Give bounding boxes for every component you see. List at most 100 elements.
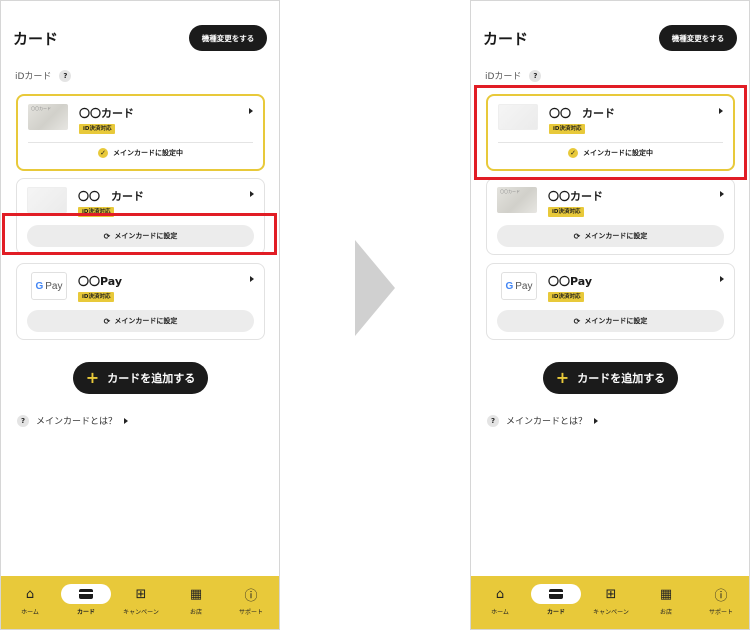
status-label: メインカードに設定中: [113, 149, 183, 157]
id-badge: iD決済対応: [548, 207, 585, 217]
bottom-tab-bar: ⌂ ホーム カード ⊞ キャンペーン ▦ お店 ⓘ サポート: [471, 576, 749, 629]
sync-icon: ⟳: [573, 316, 581, 326]
tab-label: カード: [546, 609, 565, 616]
home-icon: ⌂: [25, 586, 35, 602]
what-is-main-card-link[interactable]: ? メインカードとは？: [487, 414, 599, 427]
page-title: カード: [13, 30, 59, 48]
add-card-button[interactable]: + カードを追加する: [73, 362, 208, 394]
id-badge: iD決済対応: [79, 124, 116, 134]
store-icon: ▦: [659, 586, 673, 602]
card-name: 〇〇カード: [79, 107, 134, 120]
gift-icon: ⊞: [135, 586, 147, 602]
tab-label: キャンペーン: [123, 609, 159, 616]
sync-icon: ⟳: [103, 316, 111, 326]
help-icon: ⓘ: [244, 588, 258, 604]
header: カード 機種変更をする: [483, 25, 737, 51]
set-main-card-label: メインカードに設定: [114, 317, 178, 325]
page-title: カード: [483, 30, 529, 48]
section-label-text: iDカード: [15, 72, 52, 82]
card-item[interactable]: 〇〇カード 〇〇カード iD決済対応 ⟳ メインカードに設定: [486, 178, 735, 255]
card-name: 〇〇 カード: [78, 190, 144, 203]
set-main-card-button[interactable]: ⟳ メインカードに設定: [27, 310, 254, 332]
section-label: iDカード ?: [15, 69, 72, 82]
tab-label: サポート: [238, 609, 263, 616]
gift-icon: ⊞: [605, 586, 617, 602]
what-link-label: メインカードとは？: [506, 417, 588, 427]
plus-icon: +: [555, 368, 570, 387]
section-label: iDカード ?: [485, 69, 542, 82]
tab-campaign[interactable]: ⊞ キャンペーン: [583, 584, 639, 617]
home-icon: ⌂: [495, 586, 505, 602]
card-item[interactable]: G Pay 〇〇Pay iD決済対応 ⟳ メインカードに設定: [16, 263, 265, 340]
sync-icon: ⟳: [573, 231, 581, 241]
tab-label: お店: [659, 609, 672, 616]
set-main-card-button[interactable]: ⟳ メインカードに設定: [497, 310, 724, 332]
help-icon: ?: [17, 414, 29, 427]
id-badge: iD決済対応: [78, 292, 115, 302]
thumbnail-text: 〇〇カード: [31, 106, 51, 111]
main-card-status: ✓ メインカードに設定中: [18, 148, 263, 158]
bottom-tab-bar: ⌂ ホーム カード ⊞ キャンペーン ▦ お店 ⓘ サポート: [1, 576, 279, 629]
set-main-card-label: メインカードに設定: [584, 317, 648, 325]
tab-support[interactable]: ⓘ サポート: [693, 584, 749, 617]
set-main-card-button[interactable]: ⟳ メインカードに設定: [497, 225, 724, 247]
card-icon: [531, 584, 581, 604]
chevron-right-icon[interactable]: [720, 276, 724, 282]
google-pay-logo: G Pay: [31, 272, 67, 300]
help-icon: ⓘ: [714, 588, 728, 604]
set-main-card-label: メインカードに設定: [584, 232, 648, 240]
tab-store[interactable]: ▦ お店: [168, 584, 224, 617]
chevron-right-icon[interactable]: [249, 108, 253, 114]
help-icon[interactable]: ?: [529, 69, 542, 82]
highlight-box: [2, 213, 277, 255]
tab-label: お店: [189, 609, 202, 616]
chevron-right-icon[interactable]: [720, 191, 724, 197]
highlight-box: [474, 85, 747, 180]
store-icon: ▦: [189, 586, 203, 602]
change-device-button[interactable]: 機種変更をする: [659, 25, 737, 51]
tab-label: ホーム: [491, 609, 509, 616]
what-link-label: メインカードとは？: [36, 417, 118, 427]
add-card-label: カードを追加する: [107, 372, 196, 385]
tab-label: カード: [76, 609, 95, 616]
id-badge: iD決済対応: [548, 292, 585, 302]
card-thumbnail: 〇〇カード: [497, 187, 537, 213]
change-device-button[interactable]: 機種変更をする: [189, 25, 267, 51]
tab-store[interactable]: ▦ お店: [638, 584, 694, 617]
tab-campaign[interactable]: ⊞ キャンペーン: [113, 584, 169, 617]
transition-arrow-icon: [355, 240, 395, 336]
card-thumbnail: [27, 187, 67, 213]
header: カード 機種変更をする: [13, 25, 267, 51]
tab-home[interactable]: ⌂ ホーム: [2, 584, 58, 617]
card-name: 〇〇カード: [548, 190, 603, 203]
tab-support[interactable]: ⓘ サポート: [223, 584, 279, 617]
tab-card[interactable]: カード: [528, 584, 584, 616]
check-icon: ✓: [98, 148, 108, 158]
tab-card[interactable]: カード: [58, 584, 114, 616]
chevron-right-icon[interactable]: [250, 276, 254, 282]
help-icon: ?: [487, 414, 499, 427]
card-name: 〇〇Pay: [548, 275, 593, 288]
thumbnail-text: 〇〇カード: [500, 189, 520, 194]
chevron-right-icon: [124, 417, 129, 424]
what-is-main-card-link[interactable]: ? メインカードとは？: [17, 414, 129, 427]
section-label-text: iDカード: [485, 72, 522, 82]
chevron-right-icon: [594, 417, 599, 424]
tab-label: キャンペーン: [593, 609, 629, 616]
help-icon[interactable]: ?: [59, 69, 72, 82]
google-pay-logo: G Pay: [501, 272, 537, 300]
tab-home[interactable]: ⌂ ホーム: [472, 584, 528, 617]
tab-label: サポート: [708, 609, 733, 616]
plus-icon: +: [85, 368, 100, 387]
card-name: 〇〇Pay: [78, 275, 123, 288]
card-thumbnail: 〇〇カード: [28, 104, 68, 130]
before-screen: カード 機種変更をする iDカード ? 〇〇カード 〇〇カード iD決済対応 ✓…: [0, 0, 280, 630]
card-icon: [61, 584, 111, 604]
add-card-button[interactable]: + カードを追加する: [543, 362, 678, 394]
card-item[interactable]: G Pay 〇〇Pay iD決済対応 ⟳ メインカードに設定: [486, 263, 735, 340]
tab-label: ホーム: [21, 609, 39, 616]
main-card[interactable]: 〇〇カード 〇〇カード iD決済対応 ✓ メインカードに設定中: [16, 94, 265, 171]
chevron-right-icon[interactable]: [250, 191, 254, 197]
add-card-label: カードを追加する: [577, 372, 666, 385]
divider: [28, 142, 253, 143]
